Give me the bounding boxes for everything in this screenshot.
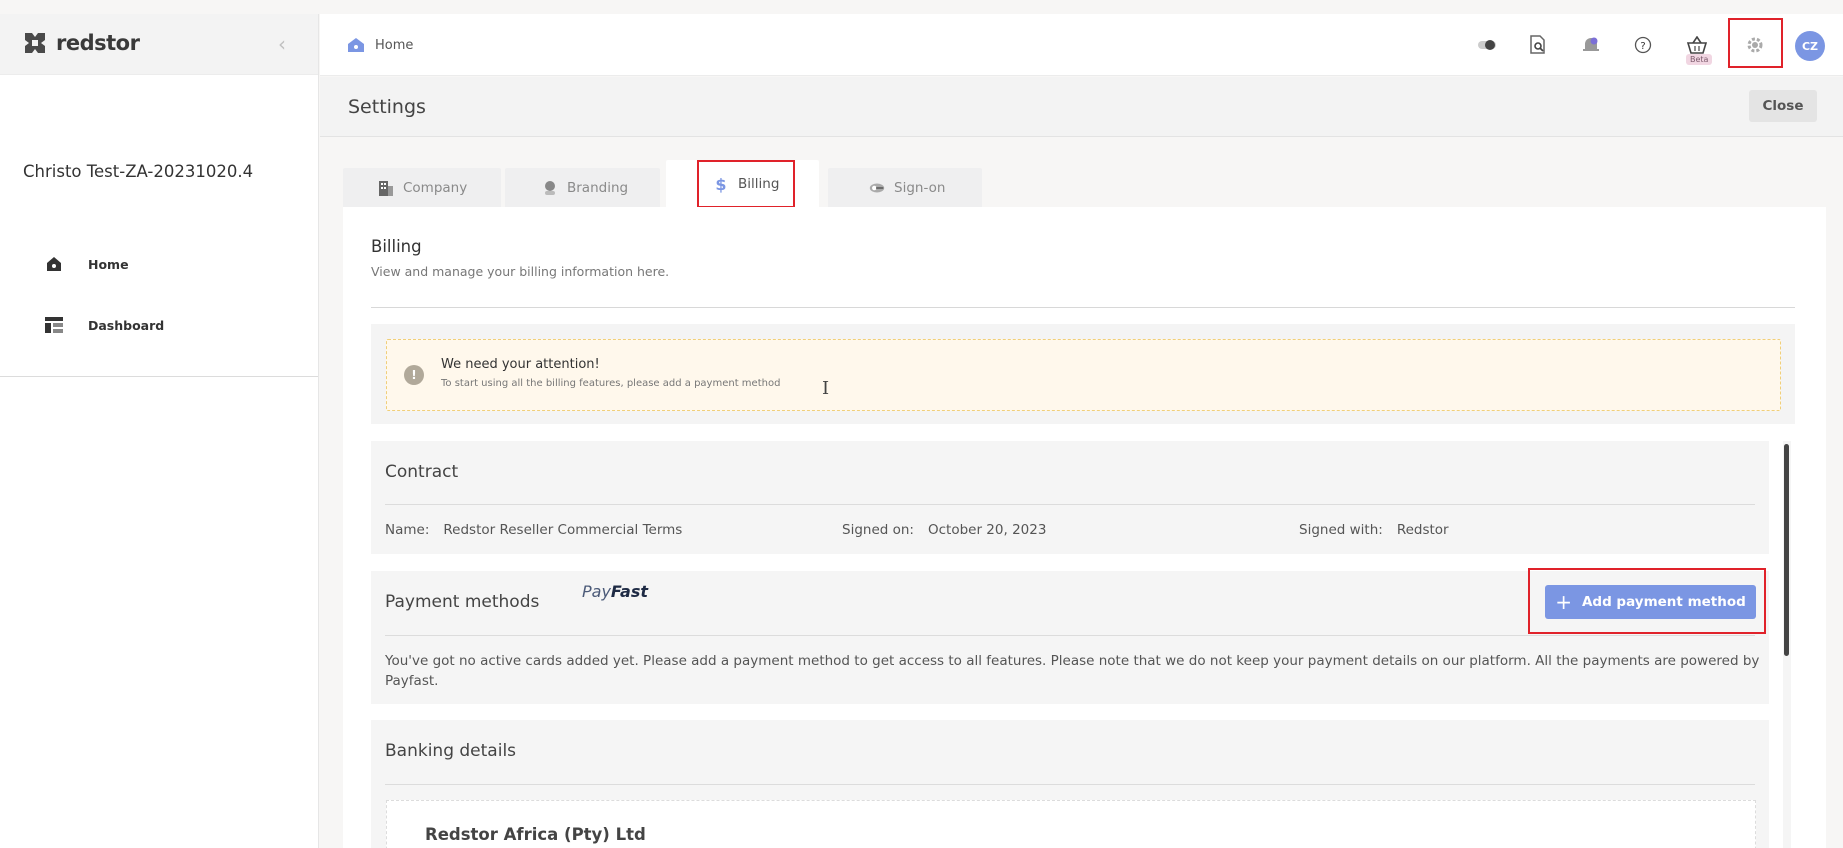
account-name: Christo Test-ZA-20231020.4 [23, 162, 254, 181]
signed-on-label: Signed on: [842, 522, 914, 538]
search-document-icon[interactable] [1525, 32, 1551, 58]
divider [385, 784, 1755, 785]
toggle-icon[interactable] [1474, 32, 1500, 58]
divider [371, 307, 1795, 308]
top-bar: Home ? Beta CZ [320, 14, 1843, 76]
alert-text: To start using all the billing features,… [441, 378, 781, 389]
signed-with-label: Signed with: [1299, 522, 1383, 538]
tab-label: Branding [567, 180, 629, 196]
billing-title: Billing [371, 237, 422, 256]
help-icon[interactable]: ? [1630, 32, 1656, 58]
attention-alert: ! We need your attention! To start using… [386, 339, 1781, 411]
alert-title: We need your attention! [441, 357, 600, 372]
contract-section: Contract Name: Redstor Reseller Commercia… [371, 441, 1769, 554]
dashboard-icon [44, 315, 64, 335]
logo[interactable]: redstor [22, 30, 140, 56]
sidebar-item-home[interactable]: Home [0, 242, 318, 286]
contract-name: Name: Redstor Reseller Commercial Terms [385, 522, 682, 538]
payment-note: You've got no active cards added yet. Pl… [385, 653, 1760, 689]
sidebar-divider [0, 376, 318, 377]
divider [385, 635, 1755, 636]
breadcrumb[interactable]: Home [347, 36, 413, 54]
redstor-logo-icon [25, 33, 45, 53]
avatar[interactable]: CZ [1795, 31, 1825, 61]
billing-subtitle: View and manage your billing information… [371, 264, 670, 279]
text-cursor-icon: I [822, 378, 830, 399]
breadcrumb-home: Home [375, 37, 414, 53]
tab-label: Company [403, 180, 468, 196]
sidebar-header: redstor ‹ [0, 14, 318, 75]
tab-label: Sign-on [894, 180, 946, 196]
svg-text:?: ? [1640, 41, 1645, 52]
sidebar-item-label: Home [88, 256, 129, 272]
building-icon [377, 179, 395, 197]
contract-title: Contract [385, 462, 459, 482]
bell-icon[interactable] [1578, 32, 1604, 58]
contract-signed-on: Signed on: October 20, 2023 [842, 522, 1046, 538]
payment-methods-title: Payment methods [385, 592, 540, 612]
bank-account-card: Redstor Africa (Pty) Ltd [386, 800, 1756, 848]
scrollbar-thumb[interactable] [1784, 444, 1789, 656]
contract-name-label: Name: [385, 522, 430, 538]
exclamation-icon: ! [404, 365, 424, 385]
gear-highlight-box [1728, 18, 1783, 68]
collapse-sidebar-chevron-icon[interactable]: ‹ [272, 32, 292, 56]
settings-header: Settings Close [320, 77, 1843, 137]
bank-company-name: Redstor Africa (Pty) Ltd [425, 825, 646, 844]
sidebar-item-dashboard[interactable]: Dashboard [0, 303, 318, 347]
banking-details-title: Banking details [385, 741, 517, 761]
sidebar-item-label: Dashboard [88, 317, 165, 333]
signed-on-value: October 20, 2023 [927, 522, 1047, 538]
payfast-logo: PayFast [582, 582, 648, 601]
home-breadcrumb-icon [348, 38, 364, 52]
key-cloud-icon [868, 179, 886, 197]
divider [385, 504, 1755, 505]
payfast-logo-part-bold: Fast [610, 582, 648, 601]
tab-company[interactable]: Company [343, 168, 501, 208]
close-button[interactable]: Close [1749, 90, 1817, 122]
logo-text: redstor [56, 31, 140, 55]
beta-badge: Beta [1686, 54, 1713, 65]
signed-with-value: Redstor [1396, 522, 1449, 538]
home-icon [44, 254, 64, 274]
contract-name-value: Redstor Reseller Commercial Terms [443, 522, 683, 538]
billing-tab-highlight-box [697, 160, 795, 208]
contract-signed-with: Signed with: Redstor [1299, 522, 1449, 538]
payfast-logo-part: Pay [582, 582, 611, 601]
add-payment-highlight-box [1528, 568, 1766, 634]
page-title: Settings [348, 96, 426, 118]
brush-icon [541, 179, 559, 197]
tab-branding[interactable]: Branding [505, 168, 660, 208]
sidebar: redstor ‹ Christo Test-ZA-20231020.4 Hom… [0, 14, 319, 848]
tab-sign-on[interactable]: Sign-on [828, 168, 982, 208]
